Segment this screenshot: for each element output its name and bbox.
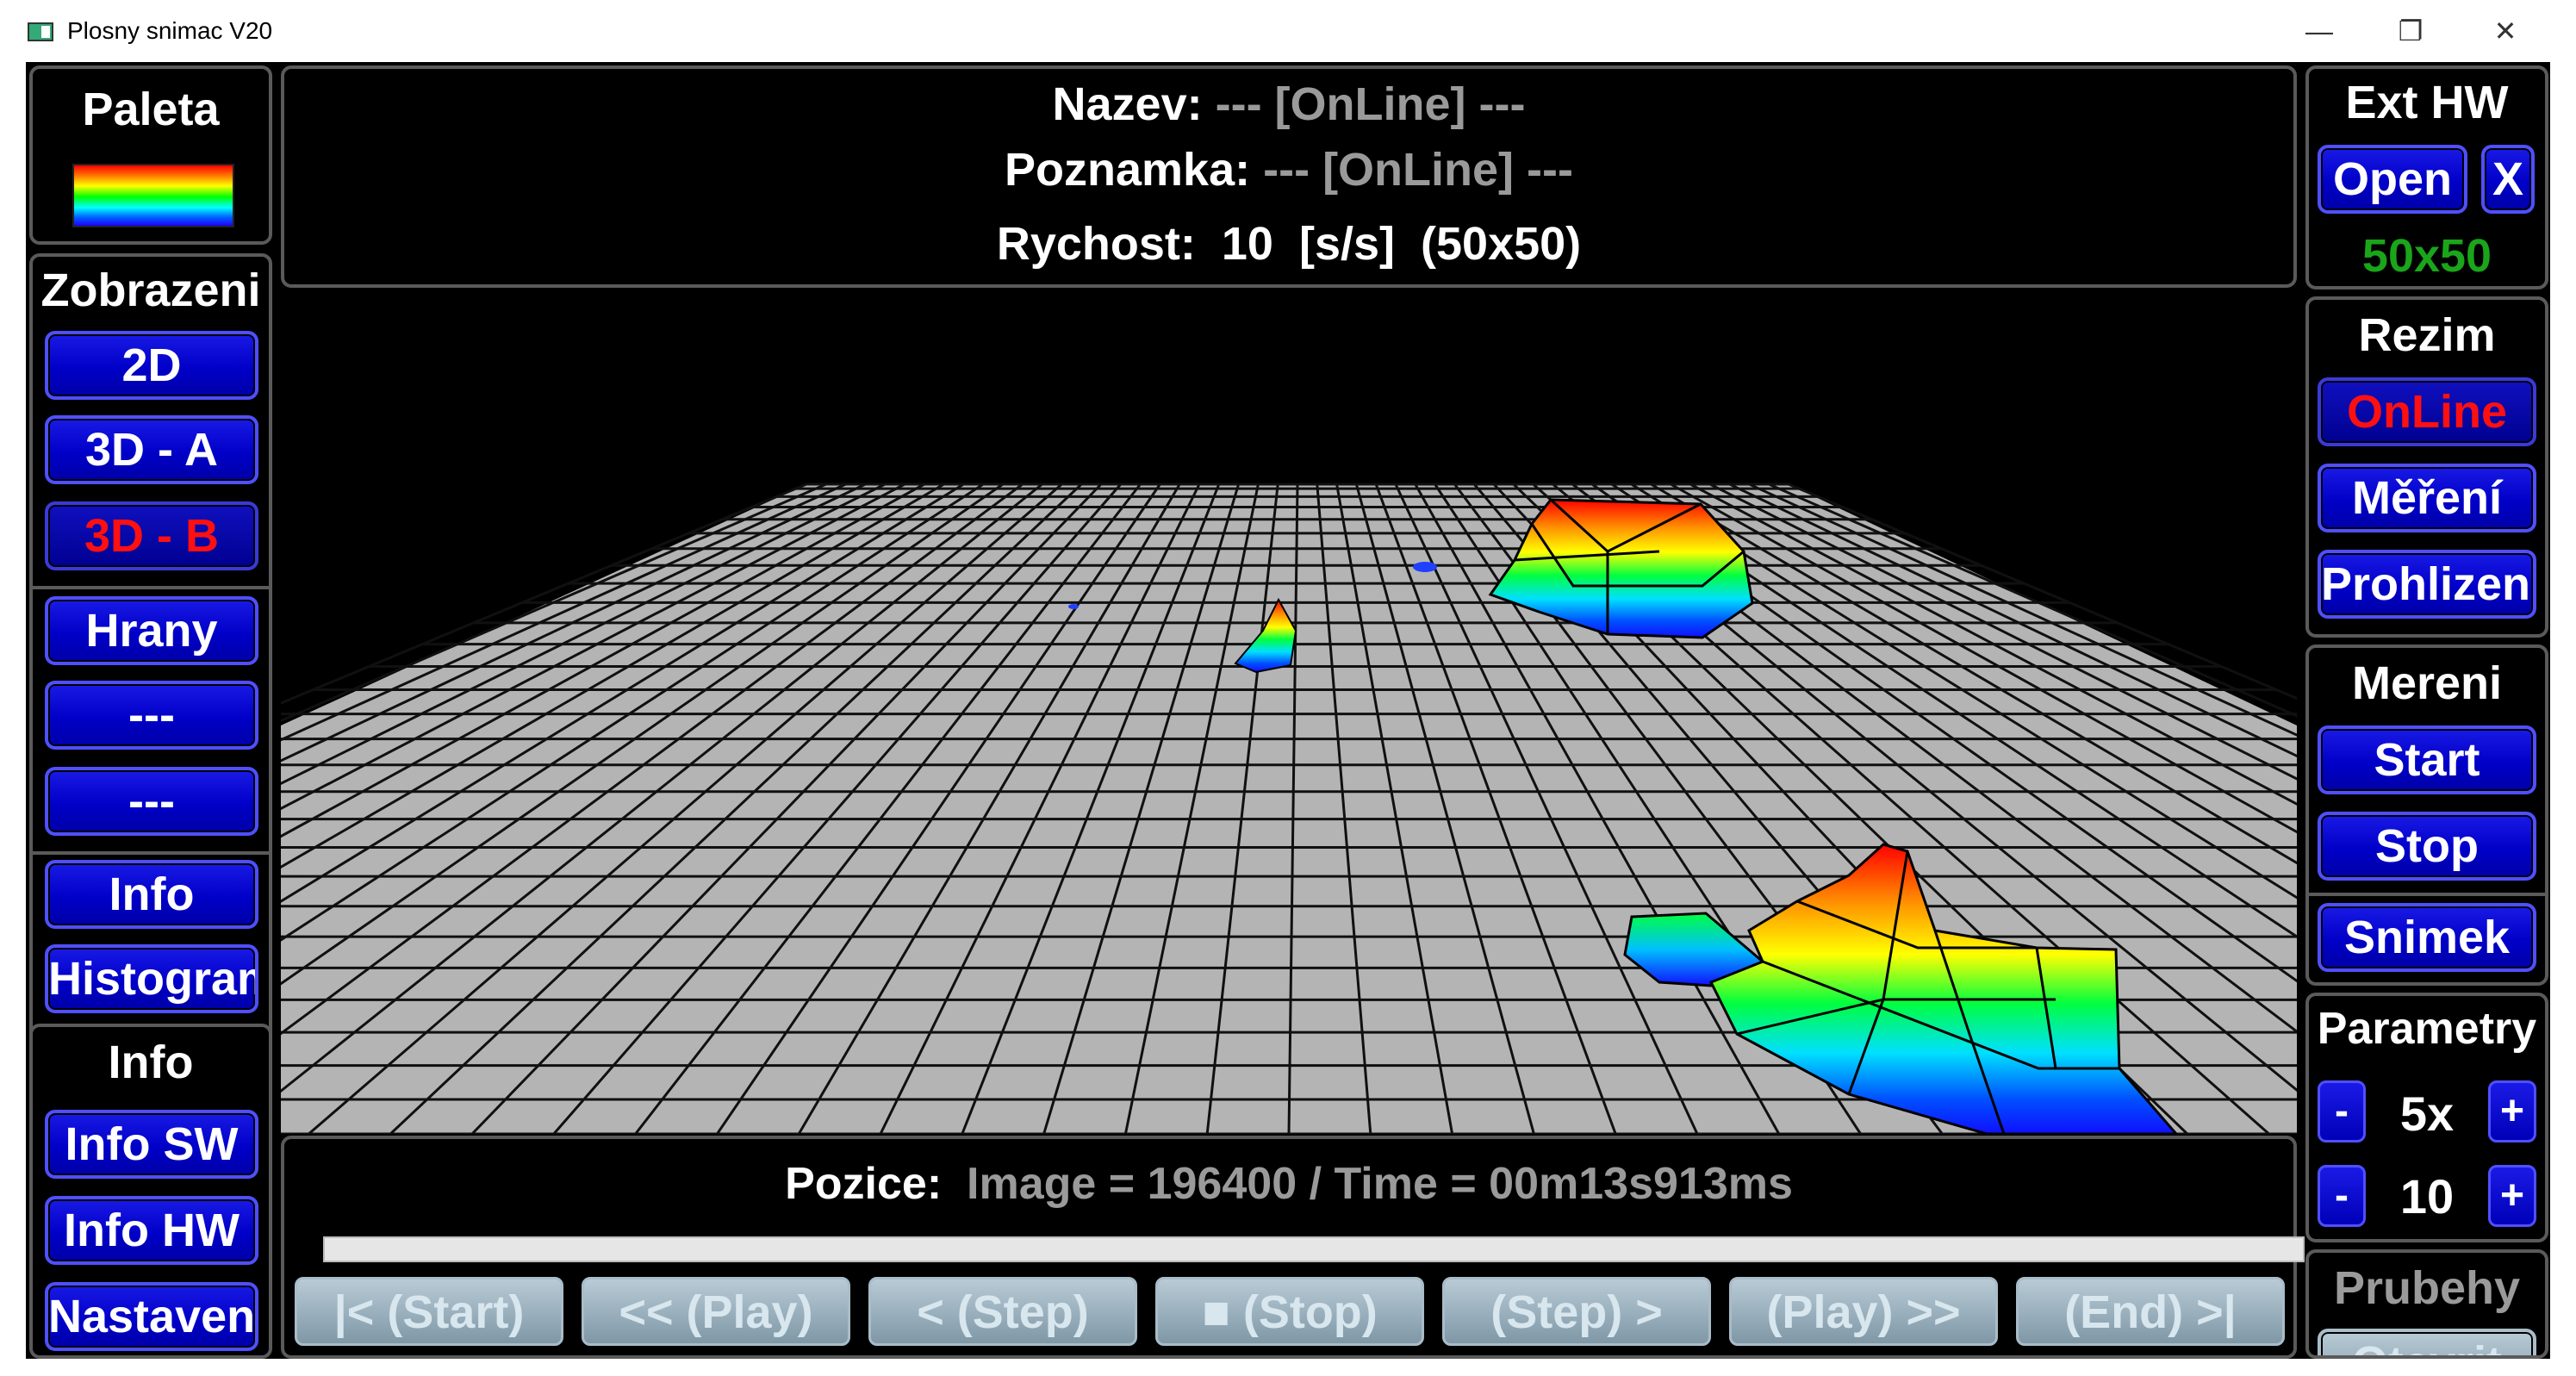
measure-title: Mereni <box>2351 657 2503 709</box>
play-end-button[interactable]: (End) >| <box>2016 1277 2285 1346</box>
playback-progress-bar[interactable] <box>323 1236 2305 1262</box>
speed-unit: [s/s] <box>1298 218 1396 270</box>
mode-title: Rezim <box>2358 309 2496 361</box>
params-panel: Parametry - 5x + - 10 + <box>2305 993 2548 1242</box>
edges-button[interactable]: Hrany <box>45 596 258 665</box>
info-panel: Info Info SW Info HW Nastaveni <box>29 1024 272 1359</box>
display-panel: Zobrazeni 2D 3D - A 3D - B Hrany --- ---… <box>29 253 272 1077</box>
param2-minus-button[interactable]: - <box>2318 1165 2366 1227</box>
position-value: Image = 196400 / Time = 00m13s913ms <box>967 1159 1793 1209</box>
play-backward-button[interactable]: << (Play) <box>582 1277 850 1346</box>
curves-panel: Prubehy Otevrit <box>2305 1249 2548 1359</box>
note-value: --- [OnLine] --- <box>1263 144 1573 196</box>
position-label: Pozice: <box>785 1159 943 1209</box>
param1-minus-button[interactable]: - <box>2318 1080 2366 1143</box>
mode-panel: Rezim OnLine Měření Prohlizeni <box>2305 296 2548 638</box>
separator <box>33 586 269 589</box>
histogram-button[interactable]: Histogram <box>45 944 258 1013</box>
settings-button[interactable]: Nastaveni <box>45 1282 258 1351</box>
position-line: Pozice: Image = 196400 / Time = 00m13s91… <box>284 1158 2293 1210</box>
note-line: Poznamka: --- [OnLine] --- <box>284 143 2293 196</box>
hw-size-value: 50x50 <box>2361 230 2492 282</box>
measure-start-button[interactable]: Start <box>2318 725 2536 794</box>
info-title: Info <box>108 1037 194 1088</box>
info-sw-button[interactable]: Info SW <box>45 1110 258 1179</box>
resolution-value: (50x50) <box>1421 218 1582 270</box>
measure-stop-button[interactable]: Stop <box>2318 812 2536 881</box>
palette-title: Paleta <box>82 84 220 135</box>
mode-browse-button[interactable]: Prohlizeni <box>2318 550 2536 619</box>
play-start-button[interactable]: |< (Start) <box>295 1277 563 1346</box>
note-label: Poznamka: <box>1005 144 1251 196</box>
app-icon <box>28 22 53 41</box>
separator <box>33 851 269 855</box>
speed-value: 10 <box>1221 218 1273 270</box>
separator <box>2309 893 2545 896</box>
mode-online-button[interactable]: OnLine <box>2318 377 2536 446</box>
surface-3d-view[interactable] <box>281 293 2297 1134</box>
name-label: Nazev: <box>1052 78 1203 130</box>
curves-open-button[interactable]: Otevrit <box>2318 1329 2536 1355</box>
info-view-button[interactable]: Info <box>45 860 258 929</box>
view-2d-button[interactable]: 2D <box>45 331 258 400</box>
empty-button-1[interactable]: --- <box>45 681 258 750</box>
curves-title: Prubehy <box>2333 1262 2521 1314</box>
step-back-button[interactable]: < (Step) <box>868 1277 1137 1346</box>
minimize-button[interactable]: — <box>2293 7 2345 55</box>
info-hw-button[interactable]: Info HW <box>45 1196 258 1265</box>
snapshot-button[interactable]: Snimek <box>2318 903 2536 972</box>
view-3d-b-button[interactable]: 3D - B <box>45 501 258 570</box>
close-hw-button[interactable]: X <box>2481 145 2535 214</box>
ext-hw-title: Ext HW <box>2345 77 2509 128</box>
display-title: Zobrazeni <box>40 265 261 316</box>
name-value: --- [OnLine] --- <box>1215 78 1526 130</box>
play-forward-button[interactable]: (Play) >> <box>1729 1277 1998 1346</box>
ext-hw-panel: Ext HW Open X 50x50 <box>2305 65 2548 290</box>
mode-measure-button[interactable]: Měření <box>2318 464 2536 532</box>
window-title: Plosny snimac V20 <box>67 17 273 44</box>
speed-line: Rychost: 10 [s/s] (50x50) <box>284 217 2293 271</box>
palette-panel: Paleta <box>29 65 272 245</box>
restore-button[interactable]: ❐ <box>2385 7 2436 55</box>
view-3d-a-button[interactable]: 3D - A <box>45 415 258 484</box>
palette-gradient[interactable] <box>72 164 234 227</box>
name-line: Nazev: --- [OnLine] --- <box>284 78 2293 131</box>
close-window-button[interactable]: ✕ <box>2480 7 2531 55</box>
title-bar: Plosny snimac V20 — ❐ ✕ <box>0 0 2576 62</box>
open-hw-button[interactable]: Open <box>2318 145 2467 214</box>
param2-plus-button[interactable]: + <box>2488 1165 2536 1227</box>
stop-playback-button[interactable]: ■ (Stop) <box>1155 1277 1424 1346</box>
header-panel: Nazev: --- [OnLine] --- Poznamka: --- [O… <box>281 65 2297 288</box>
param1-value: 5x <box>2399 1086 2455 1141</box>
param2-value: 10 <box>2399 1169 2455 1223</box>
params-title: Parametry <box>2317 1004 2537 1054</box>
measure-panel: Mereni Start Stop Snimek <box>2305 644 2548 986</box>
step-forward-button[interactable]: (Step) > <box>1442 1277 1711 1346</box>
speed-label: Rychost: <box>996 218 1196 270</box>
empty-button-2[interactable]: --- <box>45 767 258 836</box>
app-window: Paleta Zobrazeni 2D 3D - A 3D - B Hrany … <box>26 62 2550 1359</box>
param1-plus-button[interactable]: + <box>2488 1080 2536 1143</box>
